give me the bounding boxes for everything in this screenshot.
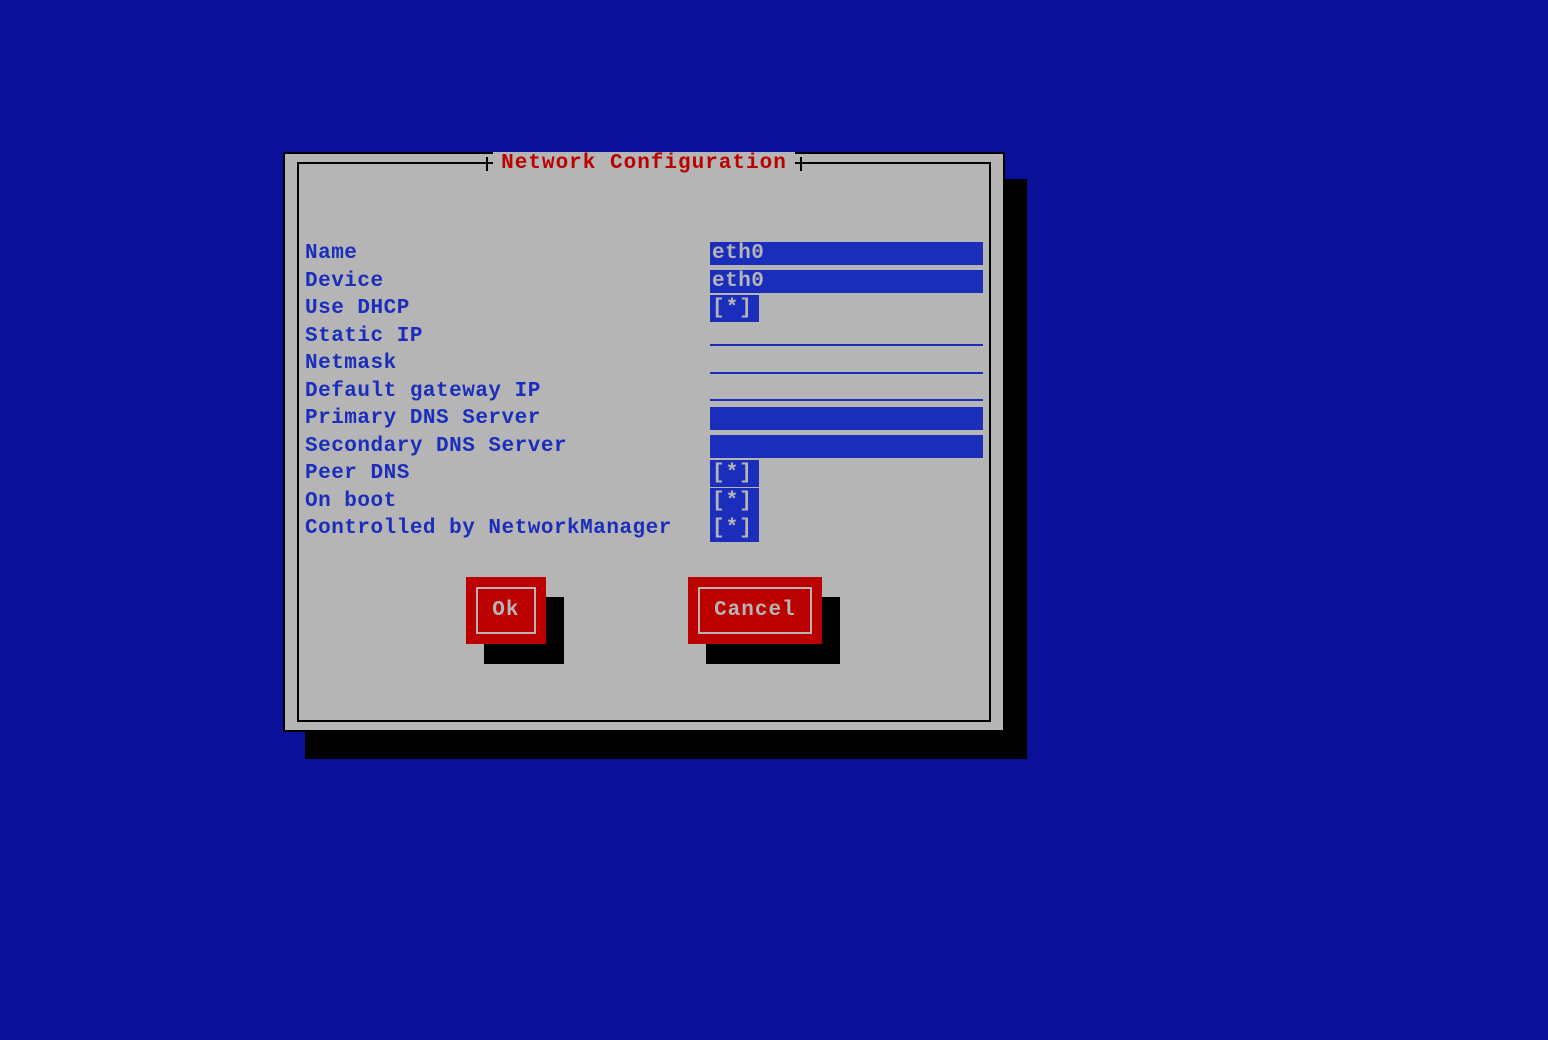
field-static-ip[interactable] [710,323,983,351]
network-config-dialog: Network Configuration Name Device Use DH… [283,152,1005,732]
form: Name Device Use DHCP [*] Static IP [305,240,983,543]
field-on-boot: [*] [710,488,983,516]
label-gateway: Default gateway IP [305,378,710,406]
row-on-boot: On boot [*] [305,488,983,516]
field-name [710,240,983,268]
nm-ctrl-checkbox[interactable]: [*] [710,515,759,542]
secondary-dns-input[interactable] [710,435,983,460]
field-dns2 [710,433,983,461]
ok-button-wrap: Ok [466,577,545,644]
dialog-title-wrap: Network Configuration [299,152,989,175]
field-nm-ctrl: [*] [710,515,983,543]
field-dns1 [710,405,983,433]
cancel-button-wrap: Cancel [688,577,822,644]
row-dns1: Primary DNS Server [305,405,983,433]
label-peer-dns: Peer DNS [305,460,710,488]
row-nm-ctrl: Controlled by NetworkManager [*] [305,515,983,543]
dialog-title-text: Network Configuration [501,152,787,175]
label-on-boot: On boot [305,488,710,516]
label-device: Device [305,268,710,296]
label-dhcp: Use DHCP [305,295,710,323]
on-boot-checkbox[interactable]: [*] [710,488,759,515]
field-dhcp: [*] [710,295,983,323]
label-nm-ctrl: Controlled by NetworkManager [305,515,710,543]
ok-button[interactable]: Ok [466,577,545,644]
dialog-body: Network Configuration Name Device Use DH… [297,162,991,722]
row-netmask: Netmask [305,350,983,378]
label-static-ip: Static IP [305,323,710,351]
field-netmask[interactable] [710,350,983,378]
cancel-button-label: Cancel [698,587,812,634]
title-border-right-notch [800,157,802,171]
label-dns2: Secondary DNS Server [305,433,710,461]
dialog-title: Network Configuration [493,152,795,175]
row-dns2: Secondary DNS Server [305,433,983,461]
row-device: Device [305,268,983,296]
row-name: Name [305,240,983,268]
button-bar: Ok Cancel [305,577,983,644]
primary-dns-input[interactable] [710,407,983,432]
row-static-ip: Static IP [305,323,983,351]
gateway-underline [710,399,983,401]
field-peer-dns: [*] [710,460,983,488]
label-netmask: Netmask [305,350,710,378]
cancel-button[interactable]: Cancel [688,577,822,644]
field-gateway[interactable] [710,378,983,406]
label-name: Name [305,240,710,268]
netmask-underline [710,372,983,374]
field-device [710,268,983,296]
row-dhcp: Use DHCP [*] [305,295,983,323]
device-input[interactable] [710,270,983,295]
row-peer-dns: Peer DNS [*] [305,460,983,488]
title-border-left-notch [486,157,488,171]
name-input[interactable] [710,242,983,267]
ok-button-label: Ok [476,587,535,634]
dhcp-checkbox[interactable]: [*] [710,295,759,322]
label-dns1: Primary DNS Server [305,405,710,433]
static-ip-underline [710,344,983,346]
row-gateway: Default gateway IP [305,378,983,406]
peer-dns-checkbox[interactable]: [*] [710,460,759,487]
